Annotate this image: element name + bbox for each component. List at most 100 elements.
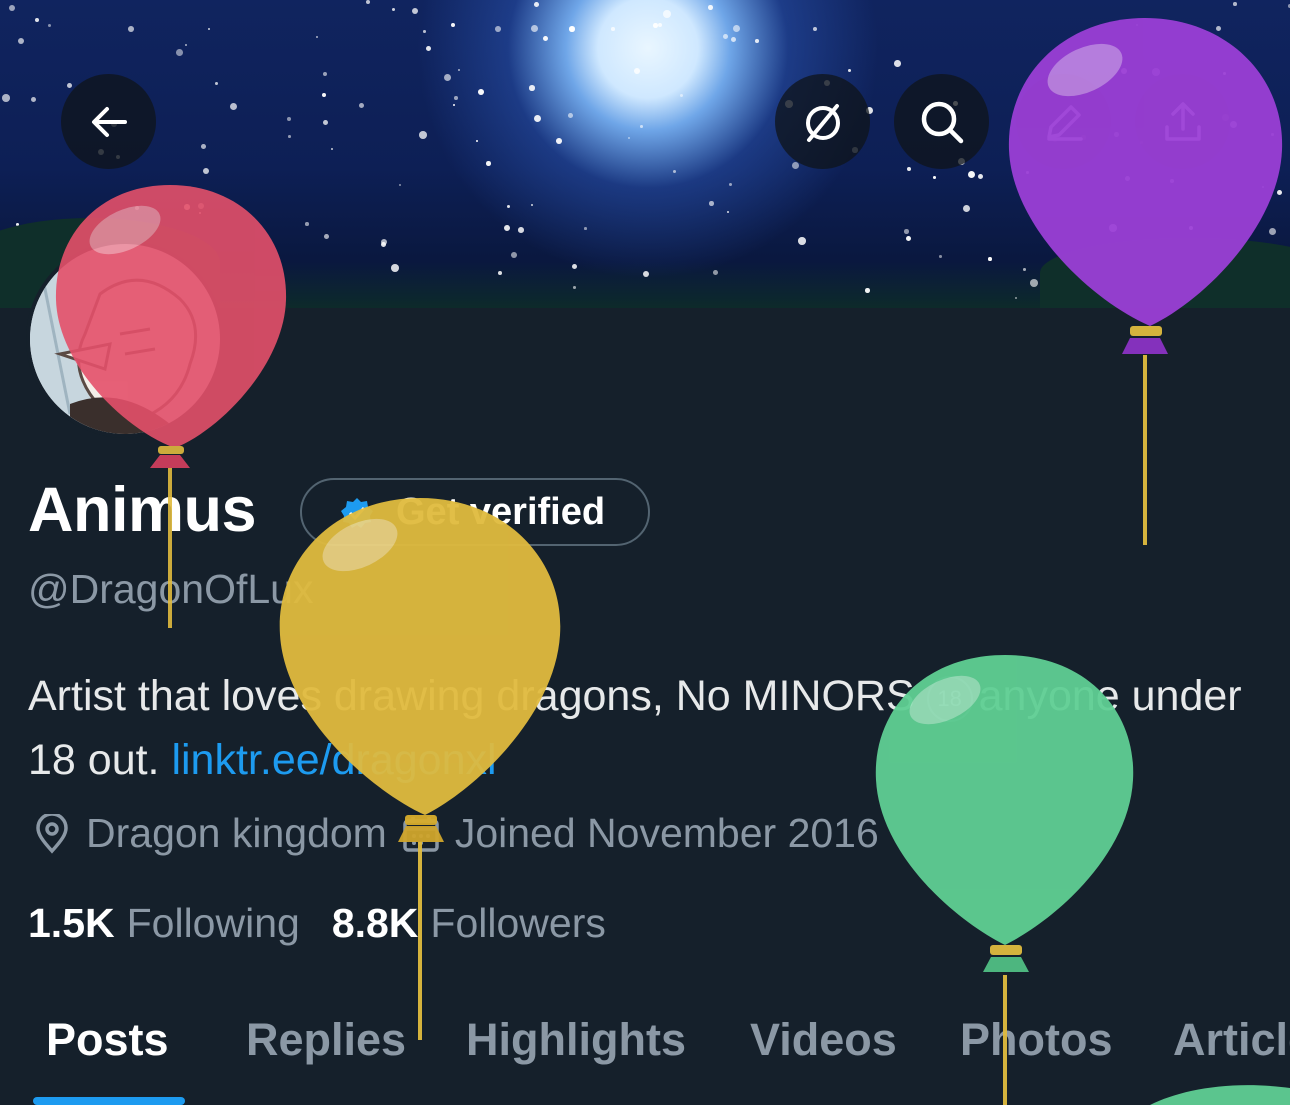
banner-star	[203, 168, 210, 175]
banner-star	[729, 183, 733, 187]
banner-star	[813, 27, 818, 32]
followers-label: Followers	[430, 900, 606, 946]
banner-star	[381, 242, 387, 248]
banner-star	[1015, 297, 1018, 300]
banner-star	[1262, 186, 1265, 189]
banner-star	[1121, 68, 1127, 74]
get-verified-button[interactable]: Get verified	[300, 478, 650, 546]
edit-button[interactable]	[1016, 74, 1111, 169]
banner-star	[322, 93, 327, 98]
banner-star	[1271, 133, 1275, 137]
banner-star	[894, 60, 901, 67]
banner-star	[988, 257, 992, 261]
tab-photos[interactable]: Photos	[960, 1014, 1113, 1066]
banner-star	[476, 140, 479, 143]
banner-star	[366, 0, 371, 5]
banner-star	[963, 205, 970, 212]
location: Dragon kingdom	[32, 810, 387, 857]
banner-star	[1114, 132, 1119, 137]
banner-star	[1189, 226, 1194, 231]
banner-hill	[1040, 238, 1290, 308]
banner-star	[323, 72, 328, 77]
banner-star	[458, 69, 461, 72]
banner-star	[316, 36, 319, 39]
banner-star	[663, 10, 671, 18]
followers-link[interactable]: 8.8K Followers	[332, 900, 606, 947]
banner-star	[1269, 228, 1276, 235]
banner-star	[185, 44, 188, 47]
banner-star	[324, 234, 329, 239]
bio-link[interactable]: linktr.ee/dragonxl	[171, 736, 496, 784]
banner-star	[713, 270, 718, 275]
banner-star	[31, 97, 37, 103]
banner-star	[904, 229, 909, 234]
banner-star	[907, 167, 912, 172]
banner-star	[504, 225, 510, 231]
banner-star	[198, 203, 204, 209]
active-tab-indicator	[33, 1097, 185, 1105]
banner-star	[507, 205, 511, 209]
avatar[interactable]	[26, 240, 224, 438]
banner-star	[634, 68, 641, 75]
banner-star	[419, 131, 427, 139]
banner-star	[1030, 279, 1038, 287]
banner-star	[792, 162, 799, 169]
profile-bio: Artist that loves drawing dragons, No MI…	[28, 664, 1278, 792]
join-date: Joined November 2016	[401, 810, 879, 857]
bio-text: Artist that loves drawing dragons, No MI…	[28, 672, 915, 720]
profile-handle: @DragonOfLux	[28, 566, 314, 612]
banner-star	[67, 83, 72, 88]
grok-button[interactable]	[775, 74, 870, 169]
banner-star	[1125, 176, 1130, 181]
banner-star	[305, 222, 309, 226]
following-count: 1.5K	[28, 900, 115, 946]
banner-star	[731, 37, 737, 43]
banner-star	[653, 23, 658, 28]
banner-star	[865, 288, 870, 293]
banner-star	[573, 286, 576, 289]
following-link[interactable]: 1.5K Following	[28, 900, 300, 947]
banner-star	[288, 135, 291, 138]
banner-star	[1233, 2, 1237, 6]
banner-star	[611, 27, 615, 31]
tab-videos[interactable]: Videos	[750, 1014, 897, 1066]
banner-star	[2, 94, 10, 102]
banner-star	[451, 23, 456, 28]
banner-star	[184, 204, 190, 210]
banner-star	[359, 103, 365, 109]
banner-star	[201, 144, 206, 149]
banner-star	[939, 255, 942, 258]
banner-star	[48, 24, 51, 27]
share-button[interactable]	[1135, 74, 1230, 169]
tab-articles[interactable]: Articles	[1173, 1014, 1290, 1066]
banner-star	[391, 264, 399, 272]
back-button[interactable]	[61, 74, 156, 169]
banner-star	[1223, 72, 1227, 76]
banner-star	[444, 74, 452, 82]
banner-star	[848, 69, 852, 73]
arrow-left-icon	[91, 106, 127, 137]
banner-star	[399, 184, 402, 187]
tab-highlights[interactable]: Highlights	[466, 1014, 686, 1066]
profile-name: Animus	[28, 475, 257, 545]
calendar-icon	[403, 816, 439, 852]
banner-star	[323, 120, 328, 125]
banner-star	[534, 2, 539, 7]
banner-star	[755, 39, 759, 43]
search-button[interactable]	[894, 74, 989, 169]
banner-star	[18, 38, 25, 45]
slashed-circle-icon	[805, 103, 840, 142]
search-icon	[921, 101, 963, 143]
banner-star	[569, 26, 575, 32]
banner-star	[423, 30, 426, 33]
verified-badge-icon	[341, 498, 373, 528]
tab-replies[interactable]: Replies	[246, 1014, 406, 1066]
banner-star	[230, 103, 237, 110]
tab-posts[interactable]: Posts	[46, 1014, 169, 1066]
banner-star	[1023, 268, 1026, 271]
banner-star	[478, 89, 484, 95]
banner-star	[628, 137, 630, 139]
banner-star	[1136, 24, 1139, 27]
banner-star	[135, 206, 140, 211]
banner-star	[1230, 121, 1238, 129]
